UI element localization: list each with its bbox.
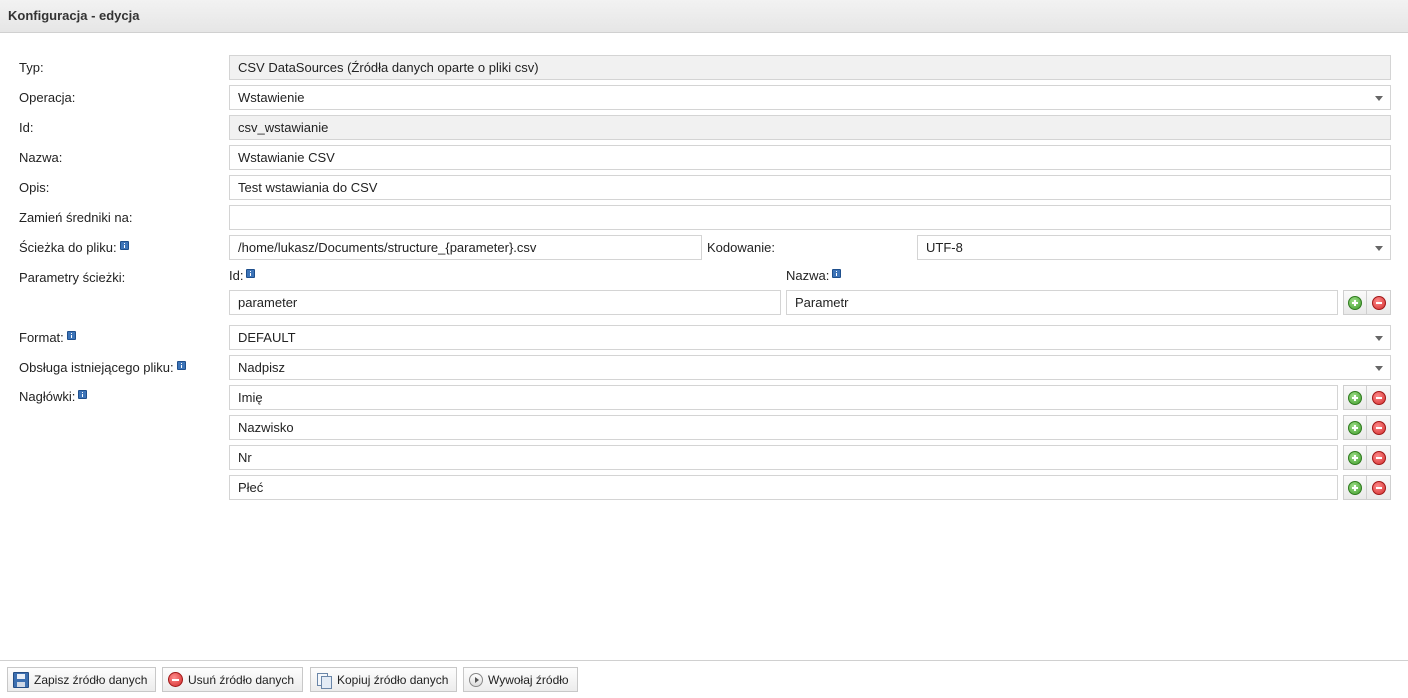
naglowek-row-actions — [1343, 445, 1391, 470]
naglowek-input[interactable]: Imię — [229, 385, 1338, 410]
parametry-nazwa-label: Nazwa: — [786, 268, 830, 283]
delete-datasource-button[interactable]: Usuń źródło danych — [162, 667, 304, 692]
naglowki-label: Nagłówki: — [19, 389, 88, 404]
naglowek-row-actions — [1343, 475, 1391, 500]
kodowanie-label: Kodowanie: — [707, 240, 775, 255]
format-select[interactable]: DEFAULT — [229, 325, 1391, 350]
naglowek-row-actions — [1343, 385, 1391, 410]
obsluga-value: Nadpisz — [238, 360, 285, 375]
parametr-id-input[interactable]: parameter — [229, 290, 781, 315]
info-help-icon[interactable] — [176, 361, 186, 370]
chevron-down-icon — [1375, 246, 1383, 251]
remove-circle-icon — [1371, 390, 1386, 405]
add-naglowek-button[interactable] — [1343, 445, 1367, 470]
remove-circle-icon — [1371, 295, 1386, 310]
delete-datasource-label: Usuń źródło danych — [188, 672, 295, 687]
id-label: Id: — [19, 120, 34, 135]
panel-header: Konfiguracja - edycja — [0, 0, 1408, 33]
id-field: csv_wstawianie — [229, 115, 1391, 140]
kodowanie-value: UTF-8 — [926, 240, 963, 255]
typ-field: CSV DataSources (Źródła danych oparte o … — [229, 55, 1391, 80]
sciezka-label: Ścieżka do pliku: — [19, 240, 129, 255]
add-circle-icon — [1348, 390, 1362, 405]
format-value: DEFAULT — [238, 330, 296, 345]
parametry-nazwa-header: Nazwa: — [786, 268, 842, 283]
remove-naglowek-button[interactable] — [1367, 475, 1391, 500]
remove-circle-icon — [1371, 480, 1386, 495]
sciezka-input[interactable]: /home/lukasz/Documents/structure_{parame… — [229, 235, 702, 260]
opis-label: Opis: — [19, 180, 50, 195]
add-naglowek-button[interactable] — [1343, 385, 1367, 410]
obsluga-select[interactable]: Nadpisz — [229, 355, 1391, 380]
remove-naglowek-button[interactable] — [1367, 415, 1391, 440]
format-label-text: Format: — [19, 330, 64, 345]
info-help-icon[interactable] — [832, 269, 842, 278]
sciezka-label-text: Ścieżka do pliku: — [19, 240, 117, 255]
remove-circle-icon — [1371, 450, 1386, 465]
opis-input[interactable]: Test wstawiania do CSV — [229, 175, 1391, 200]
nazwa-label: Nazwa: — [19, 150, 63, 165]
obsluga-label-text: Obsługa istniejącego pliku: — [19, 360, 174, 375]
chevron-down-icon — [1375, 366, 1383, 371]
add-naglowek-button[interactable] — [1343, 415, 1367, 440]
operacja-value: Wstawienie — [238, 90, 305, 105]
add-parametr-button[interactable] — [1343, 290, 1367, 315]
format-label: Format: — [19, 330, 76, 345]
naglowek-input[interactable]: Nr — [229, 445, 1338, 470]
obsluga-label: Obsługa istniejącego pliku: — [19, 360, 186, 375]
footer-toolbar: Zapisz źródło danych Usuń źródło danych … — [0, 660, 1408, 698]
info-help-icon[interactable] — [78, 390, 88, 399]
add-naglowek-button[interactable] — [1343, 475, 1367, 500]
parametr-row-actions — [1343, 290, 1391, 315]
invoke-datasource-button[interactable]: Wywołaj źródło — [463, 667, 578, 692]
operacja-label: Operacja: — [19, 90, 76, 105]
remove-circle-icon — [1371, 420, 1386, 435]
remove-naglowek-button[interactable] — [1367, 385, 1391, 410]
add-circle-icon — [1348, 450, 1362, 465]
copy-datasource-button[interactable]: Kopiuj źródło danych — [310, 667, 458, 692]
info-help-icon[interactable] — [246, 269, 256, 278]
parametr-nazwa-input[interactable]: Parametr — [786, 290, 1338, 315]
copy-datasource-label: Kopiuj źródło danych — [337, 672, 449, 687]
floppy-disk-icon — [13, 671, 29, 688]
remove-naglowek-button[interactable] — [1367, 445, 1391, 470]
play-circle-icon — [469, 672, 483, 687]
zamien-input[interactable] — [229, 205, 1391, 230]
info-help-icon[interactable] — [66, 331, 76, 340]
add-circle-icon — [1348, 420, 1362, 435]
naglowek-input[interactable]: Nazwisko — [229, 415, 1338, 440]
typ-label: Typ: — [19, 60, 44, 75]
parametry-id-header: Id: — [229, 268, 256, 283]
remove-parametr-button[interactable] — [1367, 290, 1391, 315]
add-circle-icon — [1348, 480, 1362, 495]
kodowanie-select[interactable]: UTF-8 — [917, 235, 1391, 260]
info-help-icon[interactable] — [119, 241, 129, 250]
save-datasource-button[interactable]: Zapisz źródło danych — [7, 667, 157, 692]
parametry-label: Parametry ścieżki: — [19, 270, 126, 285]
nazwa-input[interactable]: Wstawianie CSV — [229, 145, 1391, 170]
invoke-datasource-label: Wywołaj źródło — [488, 672, 569, 687]
add-circle-icon — [1348, 295, 1362, 310]
page-title: Konfiguracja - edycja — [8, 8, 140, 23]
naglowek-input[interactable]: Płeć — [229, 475, 1338, 500]
save-datasource-label: Zapisz źródło danych — [34, 672, 148, 687]
naglowki-label-text: Nagłówki: — [19, 389, 76, 404]
chevron-down-icon — [1375, 336, 1383, 341]
chevron-down-icon — [1375, 96, 1383, 101]
copy-documents-icon — [316, 672, 332, 689]
zamien-label: Zamień średniki na: — [19, 210, 133, 225]
naglowek-row-actions — [1343, 415, 1391, 440]
delete-circle-icon — [168, 672, 183, 687]
parametry-id-label: Id: — [229, 268, 244, 283]
operacja-select[interactable]: Wstawienie — [229, 85, 1391, 110]
